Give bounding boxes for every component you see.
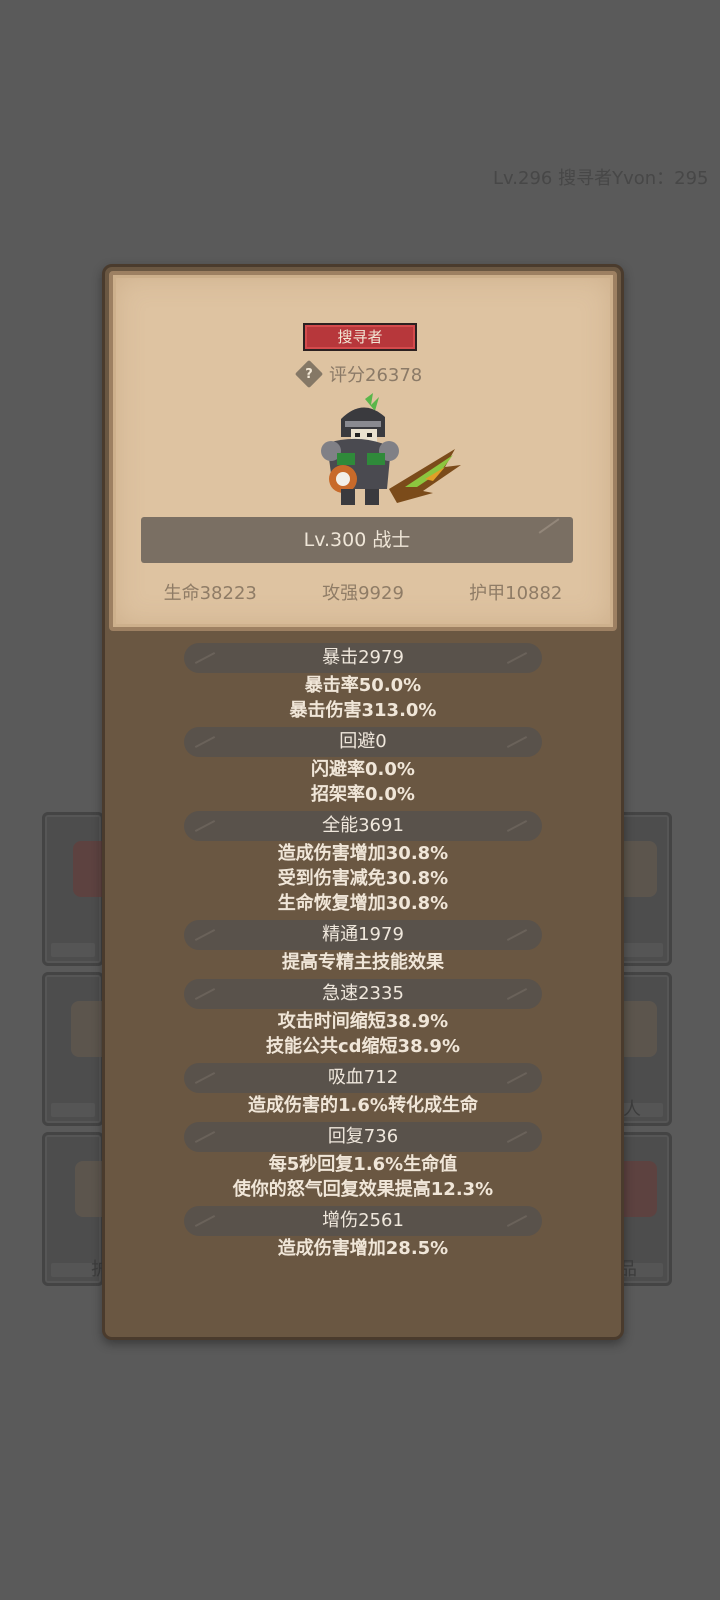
- character-card: 搜寻者 ? 评分26378 Lv.300 战士 生命38223 攻强9929 护…: [109, 271, 617, 631]
- attr-line: 每5秒回复1.6%生命值: [268, 1154, 458, 1175]
- attr-line: 造成伤害的1.6%转化成生命: [248, 1095, 478, 1116]
- attr-line: 使你的怒气回复效果提高12.3%: [232, 1179, 494, 1200]
- equipment-slot-left-2[interactable]: [42, 972, 111, 1126]
- hp-stat: 生命38223: [163, 583, 257, 604]
- attr-line: 技能公共cd缩短38.9%: [265, 1036, 460, 1057]
- attr-line: 闪避率0.0%: [311, 759, 415, 780]
- attr-header-regen: 回复736: [184, 1122, 542, 1152]
- attr-header-mastery: 精通1979: [184, 920, 542, 950]
- attr-line: 招架率0.0%: [311, 784, 415, 805]
- attr-header-damage-bonus: 增伤2561: [184, 1206, 542, 1236]
- equipment-slot-left-3[interactable]: 护: [42, 1132, 115, 1286]
- level-title-bar: Lv.300 战士: [141, 517, 573, 563]
- score-value: 评分26378: [329, 365, 423, 386]
- attr-line: 暴击率50.0%: [304, 675, 422, 696]
- attribute-list: 暴击2979 暴击率50.0% 暴击伤害313.0% 回避0 闪避率0.0% 招…: [105, 639, 621, 1261]
- attack-stat: 攻强9929: [322, 583, 404, 604]
- attr-line: 受到伤害减免30.8%: [277, 868, 449, 889]
- help-icon[interactable]: ?: [294, 359, 324, 389]
- warrior-avatar: [321, 393, 461, 505]
- class-badge: 搜寻者: [303, 323, 417, 351]
- attr-header-haste: 急速2335: [184, 979, 542, 1009]
- scrolling-announcement: Lv.296 搜寻者Yvon：295: [493, 168, 709, 189]
- equipment-slot-left-1[interactable]: [42, 812, 113, 966]
- attr-line: 提高专精主技能效果: [282, 952, 444, 973]
- attr-line: 造成伤害增加30.8%: [277, 843, 449, 864]
- attr-line: 生命恢复增加30.8%: [277, 893, 449, 914]
- character-detail-panel: 搜寻者 ? 评分26378 Lv.300 战士 生命38223 攻强9929 护…: [102, 264, 624, 1340]
- attr-header-avoidance: 回避0: [184, 727, 542, 757]
- attr-header-crit: 暴击2979: [184, 643, 542, 673]
- attr-line: 造成伤害增加28.5%: [277, 1238, 449, 1259]
- score-row: ? 评分26378: [294, 359, 423, 389]
- attr-header-versatility: 全能3691: [184, 811, 542, 841]
- attr-line: 暴击伤害313.0%: [289, 700, 437, 721]
- slot-label: 人: [623, 1099, 641, 1120]
- armor-stat: 护甲10882: [469, 583, 563, 604]
- attr-line: 攻击时间缩短38.9%: [277, 1011, 449, 1032]
- base-stats: 生命38223 攻强9929 护甲10882: [131, 579, 595, 605]
- attr-header-leech: 吸血712: [184, 1063, 542, 1093]
- level-title: Lv.300 战士: [303, 529, 411, 551]
